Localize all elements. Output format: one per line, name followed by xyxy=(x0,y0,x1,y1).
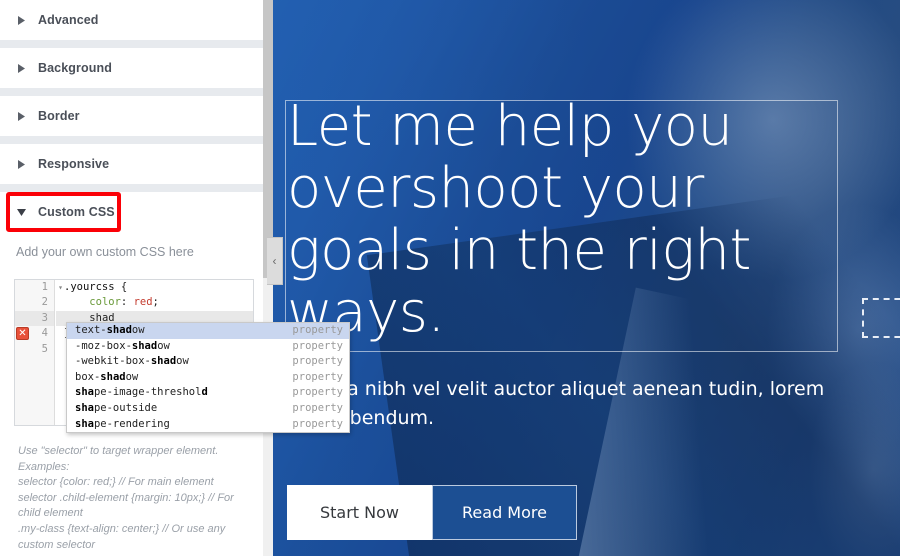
autocomplete-item[interactable]: -webkit-box-shadow property xyxy=(67,354,349,370)
accordion-separator xyxy=(0,40,263,48)
editor-app: Advanced Background Border Responsive Cu… xyxy=(0,0,900,556)
autocomplete-item-tag: property xyxy=(292,339,343,352)
code-token-property: color xyxy=(89,296,121,309)
autocomplete-item[interactable]: -moz-box-shadow property xyxy=(67,339,349,355)
settings-sidebar: Advanced Background Border Responsive Cu… xyxy=(0,0,263,556)
autocomplete-item-label: shape-outside xyxy=(75,401,158,414)
accordion-item-background[interactable]: Background xyxy=(0,48,263,88)
accordion-separator xyxy=(0,88,263,96)
code-token-value: red xyxy=(133,296,153,309)
caret-right-icon xyxy=(14,13,28,27)
hero-heading[interactable]: Let me help you overshoot your goals in … xyxy=(287,96,847,344)
code-token-selector: .yourcss xyxy=(64,281,115,293)
autocomplete-item[interactable]: text-shadow property xyxy=(67,323,349,339)
code-line: color: red; xyxy=(56,295,253,310)
accordion-item-border[interactable]: Border xyxy=(0,96,263,136)
code-token-brace: { xyxy=(114,281,128,293)
code-token-semicolon: ; xyxy=(152,296,159,309)
autocomplete-item[interactable]: shape-rendering property xyxy=(67,417,349,432)
read-more-button[interactable]: Read More xyxy=(432,485,577,540)
sidebar-collapse-handle[interactable]: ‹ xyxy=(267,237,283,285)
autocomplete-popup[interactable]: text-shadow property -moz-box-shadow pro… xyxy=(66,322,350,433)
line-number: 5 xyxy=(41,342,48,355)
editor-gutter: 1 ▾ 2 3 ✕ 4 5 xyxy=(15,280,63,425)
accordion-label: Border xyxy=(38,109,80,123)
autocomplete-item-label: text-shadow xyxy=(75,324,145,336)
autocomplete-item-tag: property xyxy=(292,417,343,430)
dashed-selection-box[interactable] xyxy=(862,298,900,338)
line-number: 2 xyxy=(41,296,48,309)
page-preview: Let me help you overshoot your goals in … xyxy=(273,0,900,556)
line-number: 3 xyxy=(15,310,54,327)
accordion-separator xyxy=(0,184,263,192)
accordion-item-responsive[interactable]: Responsive xyxy=(0,144,263,184)
chevron-left-icon: ‹ xyxy=(272,254,277,268)
accordion-label: Background xyxy=(38,61,112,75)
autocomplete-item[interactable]: shape-outside property xyxy=(67,401,349,417)
accordion-item-custom-css[interactable]: Custom CSS xyxy=(0,192,263,232)
caret-right-icon xyxy=(14,109,28,123)
accordion-label: Custom CSS xyxy=(38,205,115,219)
autocomplete-item-tag: property xyxy=(292,386,343,399)
line-number: ✕ 4 xyxy=(15,326,54,341)
autocomplete-item-label: -moz-box-shadow xyxy=(75,339,170,352)
hero-section: Let me help you overshoot your goals in … xyxy=(273,0,900,556)
accordion-label: Advanced xyxy=(38,13,99,27)
autocomplete-item-label: -webkit-box-shadow xyxy=(75,355,189,368)
hero-subtext[interactable]: gravida nibh vel velit auctor aliquet ae… xyxy=(287,375,832,433)
custom-css-hint-text: Add your own custom CSS here xyxy=(16,245,194,259)
code-token-colon: : xyxy=(120,296,134,309)
autocomplete-item-tag: property xyxy=(292,324,343,336)
accordion-separator xyxy=(0,136,263,144)
custom-css-hint: Add your own custom CSS here xyxy=(0,232,263,272)
autocomplete-item-tag: property xyxy=(292,355,343,368)
hero-button-row: Start Now Read More xyxy=(287,485,577,540)
autocomplete-item-tag: property xyxy=(292,370,343,383)
autocomplete-item[interactable]: box-shadow property xyxy=(67,370,349,386)
autocomplete-item-label: shape-image-threshold xyxy=(75,386,208,399)
custom-css-help-text: Use "selector" to target wrapper element… xyxy=(18,445,234,551)
code-line: .yourcss { xyxy=(56,280,253,295)
line-number: 1 ▾ xyxy=(15,280,63,295)
autocomplete-item-tag: property xyxy=(292,401,343,414)
autocomplete-item-label: shape-rendering xyxy=(75,417,170,430)
start-now-button[interactable]: Start Now xyxy=(287,485,432,540)
autocomplete-item[interactable]: shape-image-threshold property xyxy=(67,385,349,401)
caret-down-icon xyxy=(14,205,28,219)
accordion-label: Responsive xyxy=(38,157,110,171)
accordion-item-advanced[interactable]: Advanced xyxy=(0,0,263,40)
autocomplete-item-label: box-shadow xyxy=(75,370,139,383)
caret-right-icon xyxy=(14,61,28,75)
error-marker-icon[interactable]: ✕ xyxy=(16,327,29,341)
caret-right-icon xyxy=(14,157,28,171)
